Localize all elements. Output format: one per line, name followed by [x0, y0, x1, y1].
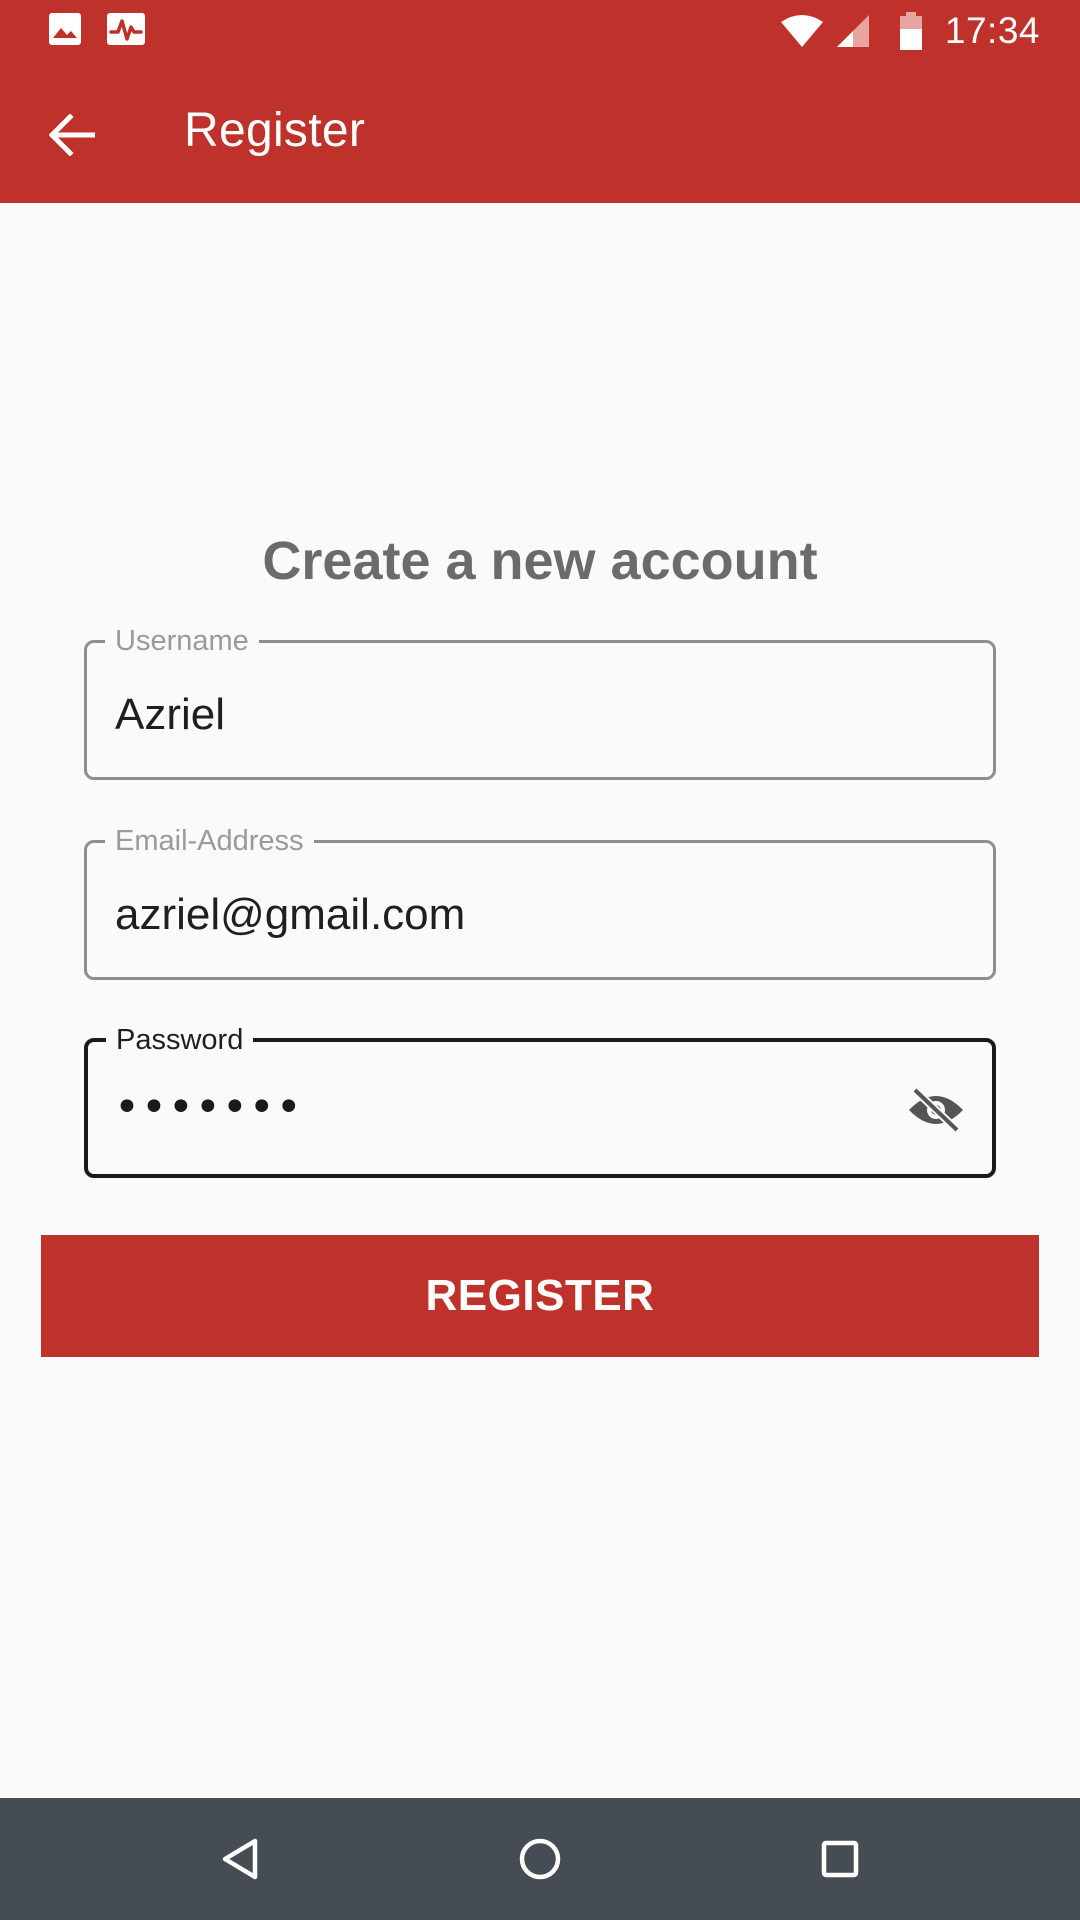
page-title: Register [184, 104, 366, 157]
email-label: Email-Address [105, 823, 314, 859]
nav-back-button[interactable] [200, 1824, 280, 1894]
home-circle-icon [519, 1838, 561, 1880]
back-button[interactable] [32, 99, 112, 171]
battery-icon [898, 12, 924, 55]
wifi-icon [780, 14, 824, 53]
register-screen: 17:34 Register Create a new account User… [0, 0, 1080, 1920]
password-input[interactable]: ••••••• [114, 1082, 303, 1134]
form-heading: Create a new account [262, 531, 818, 591]
visibility-off-icon [909, 1087, 963, 1133]
nav-recents-button[interactable] [800, 1824, 880, 1894]
back-triangle-icon [222, 1838, 258, 1880]
password-visibility-toggle[interactable] [906, 1082, 966, 1138]
username-label: Username [105, 623, 259, 659]
username-field[interactable]: Username Azriel [84, 623, 996, 780]
status-time: 17:34 [944, 10, 1040, 51]
email-input[interactable]: azriel@gmail.com [115, 889, 465, 941]
cell-signal-icon [836, 14, 870, 53]
arrow-back-icon [49, 114, 95, 156]
status-bar: 17:34 [0, 0, 1080, 63]
recents-square-icon [821, 1840, 859, 1878]
password-field[interactable]: Password ••••••• [84, 1022, 996, 1178]
register-button[interactable]: REGISTER [41, 1235, 1039, 1357]
nav-home-button[interactable] [500, 1824, 580, 1894]
username-input[interactable]: Azriel [115, 689, 225, 741]
password-label: Password [106, 1022, 254, 1058]
image-icon [48, 12, 82, 51]
navigation-bar [0, 1798, 1080, 1920]
activity-icon [106, 12, 146, 51]
app-bar: Register [0, 63, 1080, 203]
email-field[interactable]: Email-Address azriel@gmail.com [84, 823, 996, 980]
